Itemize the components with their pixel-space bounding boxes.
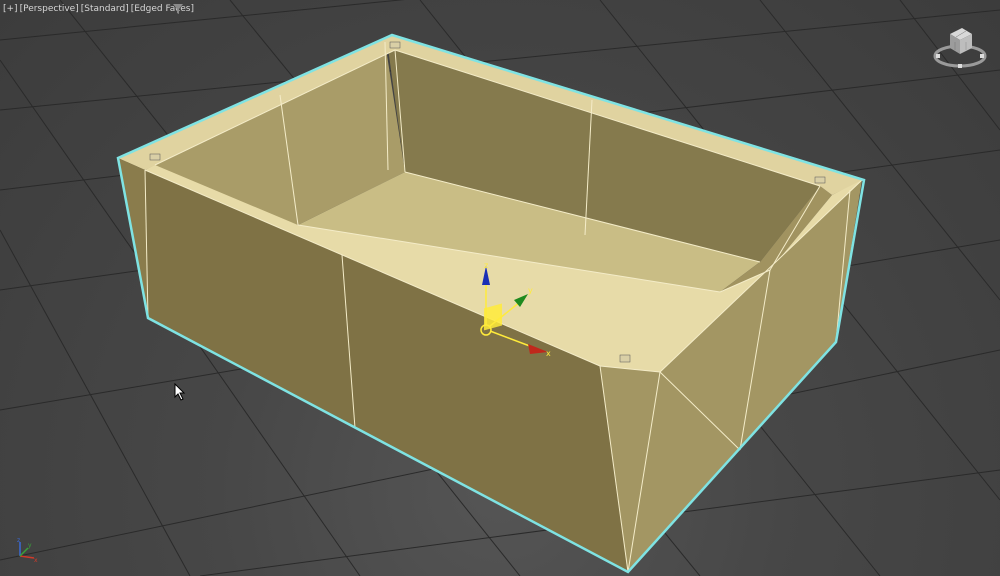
viewport-shading-menu[interactable]: [Standard] xyxy=(81,4,129,14)
gizmo-x-label: x xyxy=(546,349,551,358)
world-axis-tripod-icon: z y x xyxy=(17,537,38,564)
box-object[interactable] xyxy=(116,33,866,574)
svg-text:y: y xyxy=(28,542,32,549)
perspective-viewport[interactable]: z y x [+] [Perspective] [Standard] [Edge… xyxy=(0,0,1000,576)
svg-text:z: z xyxy=(17,537,20,544)
viewport-label-bar: [+] [Perspective] [Standard] [Edged Face… xyxy=(3,4,194,14)
gizmo-z-label: z xyxy=(484,261,488,270)
viewcube-icon[interactable] xyxy=(932,20,988,70)
vertex-handle xyxy=(619,354,631,363)
viewport-point-of-view-menu[interactable]: [Perspective] xyxy=(20,4,79,14)
svg-text:x: x xyxy=(34,557,38,564)
gizmo-y-label: y xyxy=(528,286,533,295)
viewport-display-menu[interactable]: [Edged Faces] xyxy=(131,4,194,14)
filter-funnel-icon[interactable] xyxy=(173,4,183,14)
viewport-general-menu[interactable]: [+] xyxy=(3,4,18,14)
vertex-handle xyxy=(814,176,826,184)
viewport-scene[interactable]: z y x xyxy=(0,0,1000,576)
vertex-handle xyxy=(389,41,401,49)
arrow-cursor-icon xyxy=(174,383,186,401)
vertex-handle xyxy=(149,153,161,161)
